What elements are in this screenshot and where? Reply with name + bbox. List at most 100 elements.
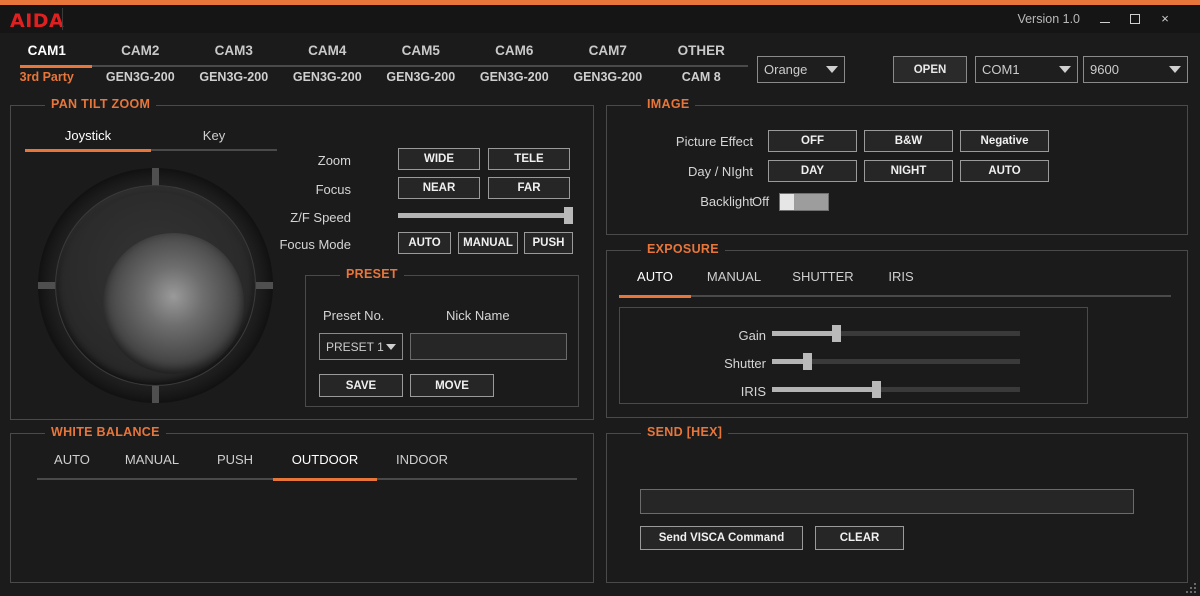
iris-track-remaining xyxy=(876,387,1020,392)
zf-speed-label: Z/F Speed xyxy=(290,210,351,225)
send-hex-title: SEND [HEX] xyxy=(641,425,729,439)
backlight-toggle[interactable] xyxy=(779,193,829,211)
focus-near-button[interactable]: NEAR xyxy=(398,177,480,199)
ptz-tab-joystick[interactable]: Joystick xyxy=(25,128,151,143)
tab-cam7[interactable]: CAM7 xyxy=(561,40,655,64)
joystick-control[interactable] xyxy=(38,168,273,403)
camera-model-cam6: GEN3G-200 xyxy=(479,70,549,84)
maximize-button[interactable] xyxy=(1124,9,1146,29)
camera-tab-row: CAM1 CAM2 CAM3 CAM4 CAM5 CAM6 CAM7 OTHER xyxy=(0,40,748,64)
logo-divider xyxy=(62,8,63,30)
zf-speed-track-filled xyxy=(398,213,568,218)
camera-model-cam1: 3rd Party xyxy=(19,70,74,84)
hex-command-input[interactable] xyxy=(640,489,1134,514)
maximize-icon xyxy=(1130,14,1140,24)
baud-rate-value: 9600 xyxy=(1090,62,1119,77)
wb-tab-manual[interactable]: MANUAL xyxy=(107,452,197,467)
focus-label: Focus xyxy=(315,182,351,197)
iris-track-filled xyxy=(772,387,877,392)
day-night-auto-button[interactable]: AUTO xyxy=(960,160,1049,182)
com-port-select[interactable]: COM1 xyxy=(975,56,1078,83)
minimize-button[interactable] xyxy=(1094,9,1116,29)
preset-move-button[interactable]: MOVE xyxy=(410,374,494,397)
picture-effect-negative-button[interactable]: Negative xyxy=(960,130,1049,152)
wb-tab-indoor[interactable]: INDOOR xyxy=(377,452,467,467)
day-night-day-button[interactable]: DAY xyxy=(768,160,857,182)
resize-grip[interactable] xyxy=(1182,579,1196,593)
send-visca-command-button[interactable]: Send VISCA Command xyxy=(640,526,803,550)
exposure-tab-active-indicator xyxy=(619,295,691,298)
exposure-tab-auto[interactable]: AUTO xyxy=(619,269,691,284)
clear-button[interactable]: CLEAR xyxy=(815,526,904,550)
day-night-night-button[interactable]: NIGHT xyxy=(864,160,953,182)
picture-effect-bw-button[interactable]: B&W xyxy=(864,130,953,152)
color-scheme-select[interactable]: Orange xyxy=(757,56,845,83)
ptz-tab-key[interactable]: Key xyxy=(151,128,277,143)
zoom-wide-button[interactable]: WIDE xyxy=(398,148,480,170)
tab-cam4[interactable]: CAM4 xyxy=(281,40,375,64)
preset-nickname-input[interactable] xyxy=(410,333,567,360)
picture-effect-off-button[interactable]: OFF xyxy=(768,130,857,152)
camera-model-row: 3rd Party GEN3G-200 GEN3G-200 GEN3G-200 … xyxy=(0,70,748,90)
focus-far-button[interactable]: FAR xyxy=(488,177,570,199)
chevron-down-icon xyxy=(826,66,838,73)
tab-cam3[interactable]: CAM3 xyxy=(187,40,281,64)
tab-underline xyxy=(20,65,748,67)
iris-slider[interactable] xyxy=(772,380,1020,398)
white-balance-title: WHITE BALANCE xyxy=(45,425,166,439)
wb-tab-outdoor[interactable]: OUTDOOR xyxy=(273,452,377,467)
tab-cam6[interactable]: CAM6 xyxy=(468,40,562,64)
wb-tab-push[interactable]: PUSH xyxy=(197,452,273,467)
joystick-knob[interactable] xyxy=(103,233,244,374)
wb-tab-auto[interactable]: AUTO xyxy=(37,452,107,467)
com-port-value: COM1 xyxy=(982,62,1020,77)
color-scheme-value: Orange xyxy=(764,62,808,77)
baud-rate-select[interactable]: 9600 xyxy=(1083,56,1188,83)
gain-track-remaining xyxy=(836,331,1020,336)
zoom-label: Zoom xyxy=(317,153,351,168)
tab-cam5[interactable]: CAM5 xyxy=(374,40,468,64)
exposure-tab-shutter[interactable]: SHUTTER xyxy=(777,269,869,284)
tab-other[interactable]: OTHER xyxy=(655,40,749,64)
ptz-tab-active-indicator xyxy=(25,149,151,152)
camera-model-cam4: GEN3G-200 xyxy=(292,70,362,84)
preset-nick-label: Nick Name xyxy=(446,308,510,323)
preset-save-button[interactable]: SAVE xyxy=(319,374,403,397)
shutter-track-remaining xyxy=(806,359,1020,364)
zf-speed-thumb[interactable] xyxy=(563,207,573,224)
image-title: IMAGE xyxy=(641,97,696,111)
focus-mode-label: Focus Mode xyxy=(279,237,351,252)
version-label: Version 1.0 xyxy=(1017,12,1080,26)
exposure-slider-box: Gain Shutter IRIS xyxy=(619,307,1088,404)
shutter-track-filled xyxy=(772,359,807,364)
zoom-tele-button[interactable]: TELE xyxy=(488,148,570,170)
iris-label: IRIS xyxy=(740,384,766,399)
focus-mode-manual-button[interactable]: MANUAL xyxy=(458,232,518,254)
iris-thumb[interactable] xyxy=(872,381,882,398)
exposure-tab-manual[interactable]: MANUAL xyxy=(691,269,777,284)
preset-number-select[interactable]: PRESET 1 xyxy=(319,333,403,360)
tab-cam2[interactable]: CAM2 xyxy=(94,40,188,64)
preset-number-value: PRESET 1 xyxy=(326,339,384,354)
chevron-down-icon xyxy=(386,343,396,350)
day-night-label: Day / NIght xyxy=(687,164,753,179)
preset-title: PRESET xyxy=(340,267,404,281)
focus-mode-push-button[interactable]: PUSH xyxy=(524,232,573,254)
exposure-title: EXPOSURE xyxy=(641,242,725,256)
gain-slider[interactable] xyxy=(772,324,1020,342)
shutter-slider[interactable] xyxy=(772,352,1020,370)
image-panel: IMAGE Picture Effect OFF B&W Negative Da… xyxy=(606,97,1188,235)
open-port-button[interactable]: OPEN xyxy=(893,56,967,83)
exposure-tab-underline xyxy=(619,295,1171,297)
gain-track-filled xyxy=(772,331,837,336)
tab-cam1[interactable]: CAM1 xyxy=(0,40,94,64)
backlight-state-label: Off xyxy=(752,194,770,209)
shutter-label: Shutter xyxy=(724,356,766,371)
zf-speed-slider[interactable] xyxy=(398,206,573,224)
focus-mode-auto-button[interactable]: AUTO xyxy=(398,232,451,254)
exposure-tab-iris[interactable]: IRIS xyxy=(869,269,933,284)
ptz-mode-tabs: Joystick Key xyxy=(25,128,280,154)
close-button[interactable]: × xyxy=(1154,9,1176,29)
shutter-thumb[interactable] xyxy=(802,353,812,370)
gain-thumb[interactable] xyxy=(832,325,842,342)
